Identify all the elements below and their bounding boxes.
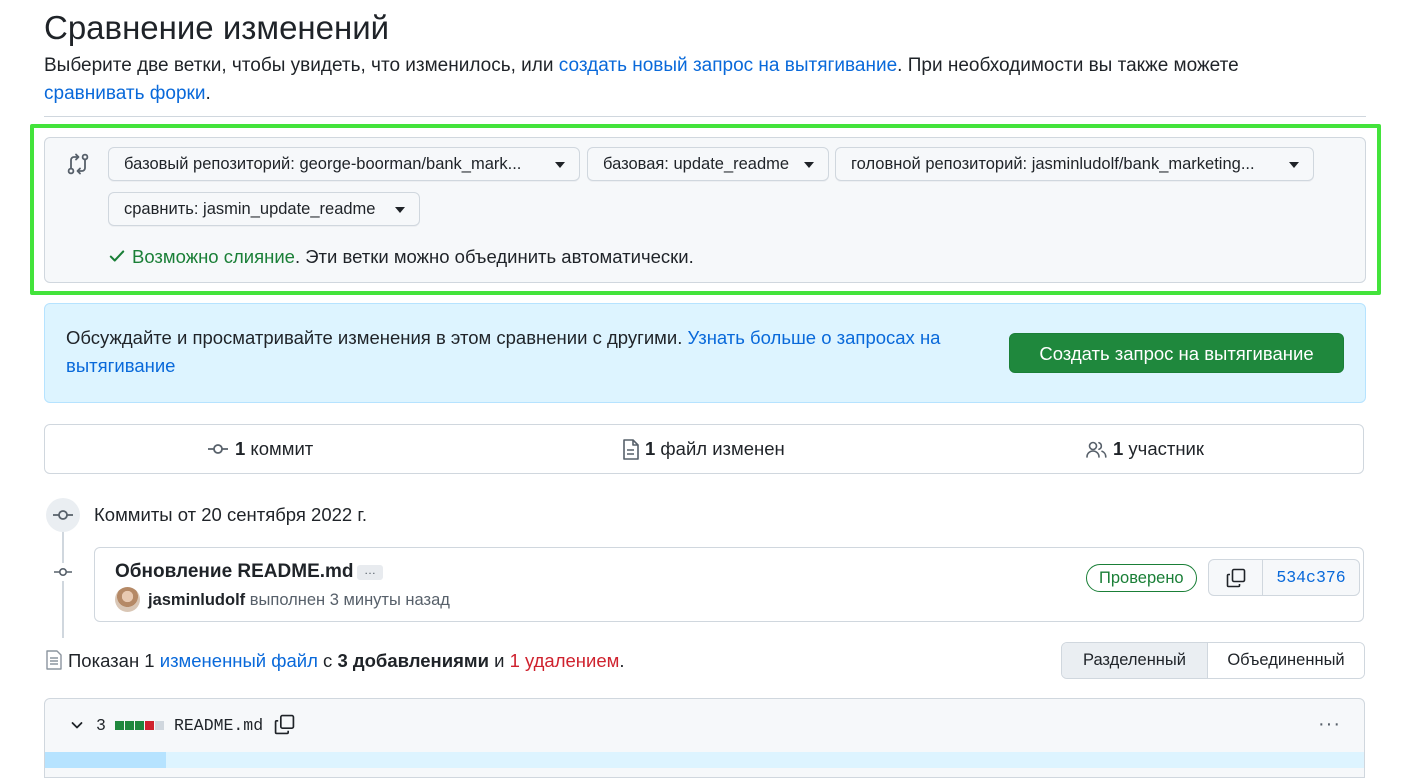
timeline-node xyxy=(46,498,80,532)
changed-files-link[interactable]: измененный файл xyxy=(160,650,318,671)
git-commit-icon xyxy=(54,567,72,577)
contributors-label: участник xyxy=(1123,438,1204,459)
base-branch-value: update_readme xyxy=(673,155,790,173)
copy-sha-button[interactable] xyxy=(1209,560,1263,595)
merge-status: Возможно слияние. Эти ветки можно объеди… xyxy=(108,243,694,271)
git-compare-icon xyxy=(67,153,89,175)
git-commit-icon xyxy=(208,444,228,454)
diffstat-add-block xyxy=(115,721,124,730)
head-repository-select[interactable]: головной репозиторий: jasminludolf/bank_… xyxy=(835,147,1314,181)
chevron-down-icon xyxy=(804,162,814,168)
head-repository-value: jasminludolf/bank_marketing... xyxy=(1031,155,1255,173)
split-view-button[interactable]: Разделенный xyxy=(1062,643,1208,678)
copy-icon xyxy=(1226,568,1245,587)
kebab-horizontal-icon[interactable]: ··· xyxy=(1318,714,1341,734)
chevron-down-icon xyxy=(1289,162,1299,168)
page-title: Сравнение изменений xyxy=(44,9,390,46)
header-divider xyxy=(44,116,1366,117)
summary-mid: с xyxy=(317,650,338,671)
summary-post: . xyxy=(619,650,625,671)
chevron-down-icon[interactable] xyxy=(70,718,84,732)
file-name-link[interactable]: README.md xyxy=(174,713,263,739)
check-icon xyxy=(109,250,125,262)
files-label: файл изменен xyxy=(655,438,785,459)
merge-ok-text: Возможно слияние xyxy=(132,246,295,267)
base-branch-select[interactable]: базовая: update_readme xyxy=(587,147,829,181)
desc-text-1: Выберите две ветки, чтобы увидеть, что и… xyxy=(44,55,559,76)
create-pull-request-button[interactable]: Создать запрос на вытягивание xyxy=(1009,333,1344,373)
new-pull-request-link[interactable]: создать новый запрос на вытягивание xyxy=(559,55,897,76)
chevron-down-icon xyxy=(395,207,405,213)
commits-date-heading: Коммиты от 20 сентября 2022 г. xyxy=(94,504,367,525)
git-commit-icon xyxy=(53,510,73,520)
commit-author-link[interactable]: jasminludolf xyxy=(148,591,245,609)
compare-branch-value: jasmin_update_readme xyxy=(203,200,376,218)
compare-branch-prefix: сравнить: xyxy=(124,200,204,218)
compare-forks-link[interactable]: сравнивать форки xyxy=(44,83,205,104)
base-branch-prefix: базовая: xyxy=(603,155,674,173)
stat-commits[interactable]: 1 коммит xyxy=(207,436,313,462)
avatar[interactable] xyxy=(115,587,140,612)
diffstat-neutral-block xyxy=(155,721,164,730)
summary-and: и xyxy=(488,650,510,671)
verified-badge[interactable]: Проверено xyxy=(1086,564,1197,592)
contributors-count: 1 xyxy=(1113,438,1124,459)
file-diff-icon xyxy=(623,438,639,460)
files-summary: Показан 1 измененный файл с 3 добавления… xyxy=(68,648,625,674)
file-icon xyxy=(46,650,62,670)
base-repository-value: george-boorman/bank_mark... xyxy=(299,155,522,173)
diffstat-add-block xyxy=(125,721,134,730)
summary-pre: Показан 1 xyxy=(68,650,160,671)
copy-icon[interactable] xyxy=(274,714,295,735)
stat-contributors[interactable]: 1 участник xyxy=(1086,436,1204,462)
files-count: 1 xyxy=(645,438,656,459)
desc-text-3: . xyxy=(205,83,211,104)
compare-branch-select[interactable]: сравнить: jasmin_update_readme xyxy=(108,192,420,226)
diff-hunk-gutter[interactable] xyxy=(45,752,166,768)
unified-view-button[interactable]: Объединенный xyxy=(1208,643,1364,678)
chevron-down-icon xyxy=(555,162,565,168)
banner-text: Обсуждайте и просматривайте изменения в … xyxy=(66,327,688,348)
commit-sha-link[interactable]: 534c376 xyxy=(1263,560,1359,595)
page-description: Выберите две ветки, чтобы увидеть, что и… xyxy=(44,52,1344,108)
additions-count: 3 добавлениями xyxy=(337,650,489,671)
diffstat-del-block xyxy=(145,721,154,730)
base-repository-prefix: базовый репозиторий: xyxy=(124,155,300,173)
commit-time: выполнен 3 минуты назад xyxy=(245,591,450,609)
commits-label: коммит xyxy=(245,438,314,459)
banner-message: Обсуждайте и просматривайте изменения в … xyxy=(66,324,1006,380)
commit-meta: jasminludolf выполнен 3 минуты назад xyxy=(148,589,450,611)
stat-files[interactable]: 1 файл изменен xyxy=(622,436,785,462)
diff-view-toggle: Разделенный Объединенный xyxy=(1061,642,1365,679)
commit-dot xyxy=(54,563,72,581)
merge-rest-text: . Эти ветки можно объединить автоматичес… xyxy=(294,246,694,267)
commits-count: 1 xyxy=(235,438,246,459)
commit-title-link[interactable]: Обновление README.md xyxy=(115,558,354,586)
commit-expand-button[interactable]: … xyxy=(357,564,383,580)
base-repository-select[interactable]: базовый репозиторий: george-boorman/bank… xyxy=(108,147,580,181)
people-icon xyxy=(1086,441,1107,458)
head-repository-prefix: головной репозиторий: xyxy=(851,155,1032,173)
diffstat-bar xyxy=(115,721,164,730)
diffstat-add-block xyxy=(135,721,144,730)
timeline-line xyxy=(62,530,64,638)
desc-text-2: . При необходимости вы также можете xyxy=(897,55,1239,76)
diff-hunk-row xyxy=(45,752,1364,768)
file-change-count: 3 xyxy=(96,716,106,735)
deletions-link[interactable]: 1 удалением xyxy=(510,650,620,671)
